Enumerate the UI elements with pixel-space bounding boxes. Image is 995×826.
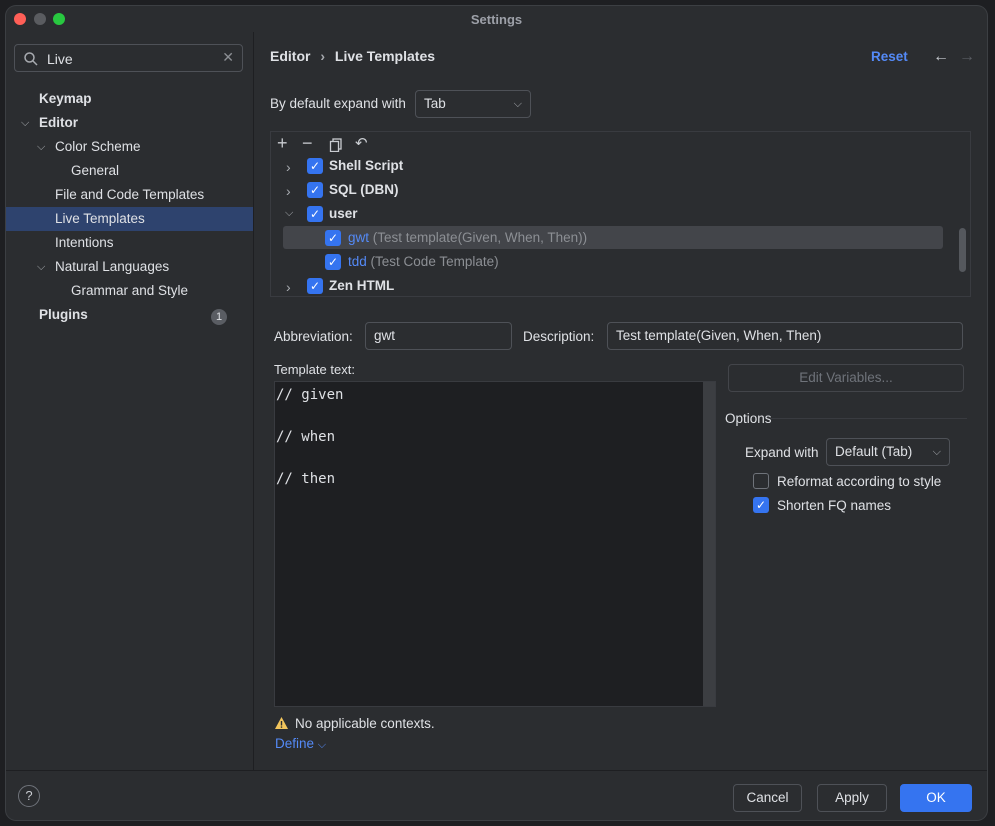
template-checkbox[interactable]: ✓ <box>325 230 341 246</box>
reformat-checkbox[interactable] <box>753 473 769 489</box>
undo-icon[interactable]: ↶ <box>355 134 368 152</box>
breadcrumb: Editor › Live Templates <box>270 48 435 64</box>
group-sql-dbn[interactable]: SQL (DBN) <box>329 182 399 197</box>
tree-toolbar: + − ↶ <box>271 132 970 158</box>
group-shell-script[interactable]: Shell Script <box>329 158 403 173</box>
clear-search-icon[interactable]: ✕ <box>222 49 234 66</box>
template-tdd[interactable]: tdd (Test Code Template) <box>348 254 499 269</box>
default-expand-label: By default expand with <box>270 96 406 111</box>
settings-sidebar: ✕ Keymap ⌵ Editor ⌵ Color Scheme General… <box>6 32 254 770</box>
sidebar-item-plugins[interactable]: Plugins <box>39 303 88 327</box>
abbreviation-field[interactable]: gwt <box>365 322 512 350</box>
group-checkbox[interactable]: ✓ <box>307 158 323 174</box>
chevron-down-icon[interactable]: ⌵ <box>37 255 45 279</box>
window-title: Settings <box>470 12 523 27</box>
group-zen-html[interactable]: Zen HTML <box>329 278 394 293</box>
chevron-right-icon[interactable]: › <box>286 279 291 295</box>
copy-icon[interactable] <box>329 138 343 152</box>
chevron-down-icon: ⌵ <box>513 98 522 110</box>
search-input[interactable] <box>45 49 219 69</box>
settings-window: Settings ✕ Keymap ⌵ Editor ⌵ Color Schem… <box>6 6 987 820</box>
template-text-label: Template text: <box>274 362 355 377</box>
sidebar-item-general[interactable]: General <box>71 159 119 183</box>
code-line: // then <box>276 471 336 487</box>
sidebar-item-natural-languages[interactable]: Natural Languages <box>55 255 169 279</box>
title-bar: Settings <box>6 6 987 32</box>
options-divider <box>771 418 967 419</box>
forward-arrow-icon[interactable]: → <box>959 48 975 66</box>
template-checkbox[interactable]: ✓ <box>325 254 341 270</box>
group-checkbox[interactable]: ✓ <box>307 206 323 222</box>
group-checkbox[interactable]: ✓ <box>307 182 323 198</box>
reset-link[interactable]: Reset <box>871 49 908 64</box>
template-code: // given // when // then <box>276 385 343 490</box>
expand-with-label: Expand with <box>745 445 819 460</box>
template-text-editor[interactable]: // given // when // then <box>274 381 716 707</box>
sidebar-item-keymap[interactable]: Keymap <box>39 87 92 111</box>
edit-variables-button[interactable]: Edit Variables... <box>728 364 964 392</box>
sidebar-item-file-and-code-templates[interactable]: File and Code Templates <box>55 183 204 207</box>
shorten-fq-checkbox[interactable]: ✓ <box>753 497 769 513</box>
group-checkbox[interactable]: ✓ <box>307 278 323 294</box>
expand-with-value: Default (Tab) <box>835 444 913 459</box>
warning-text: No applicable contexts. <box>295 716 435 731</box>
back-arrow-icon[interactable]: ← <box>933 48 949 66</box>
plugins-update-badge: 1 <box>211 309 227 325</box>
sidebar-item-label: Live Templates <box>55 211 145 226</box>
sidebar-item-grammar-and-style[interactable]: Grammar and Style <box>71 279 188 303</box>
options-heading: Options <box>725 411 772 426</box>
template-gwt[interactable]: gwt (Test template(Given, When, Then)) <box>348 230 587 245</box>
abbreviation-label: Abbreviation: <box>274 329 353 344</box>
sidebar-item-intentions[interactable]: Intentions <box>55 231 114 255</box>
apply-button[interactable]: Apply <box>817 784 887 812</box>
chevron-down-icon: ⌵ <box>317 739 327 751</box>
editor-scrollbar[interactable] <box>703 382 715 706</box>
chevron-right-icon[interactable]: › <box>286 183 291 199</box>
add-icon[interactable]: + <box>277 133 288 154</box>
breadcrumb-live-templates: Live Templates <box>334 48 436 64</box>
template-abbr: gwt <box>348 230 370 245</box>
help-button[interactable]: ? <box>18 785 40 807</box>
description-field[interactable]: Test template(Given, When, Then) <box>607 322 963 350</box>
chevron-down-icon[interactable]: ⌵ <box>37 135 45 159</box>
group-user[interactable]: user <box>329 206 358 221</box>
templates-tree-panel: + − ↶ › ✓ Shell Script › ✓ SQL (DBN) ⌵ ✓… <box>270 131 971 297</box>
chevron-down-icon[interactable]: ⌵ <box>285 207 293 220</box>
template-abbr: tdd <box>348 254 367 269</box>
define-label: Define <box>275 736 315 751</box>
dialog-footer: ? Cancel Apply OK <box>6 770 987 820</box>
shorten-fq-label: Shorten FQ names <box>777 498 892 513</box>
expand-with-select[interactable]: Default (Tab) ⌵ <box>826 438 950 466</box>
breadcrumb-separator-icon: › <box>320 48 326 64</box>
default-expand-value: Tab <box>424 96 446 111</box>
chevron-down-icon: ⌵ <box>932 446 941 458</box>
sidebar-item-color-scheme[interactable]: Color Scheme <box>55 135 141 159</box>
cancel-button[interactable]: Cancel <box>733 784 802 812</box>
template-desc: (Test Code Template) <box>370 254 499 269</box>
description-label: Description: <box>523 329 595 344</box>
breadcrumb-editor[interactable]: Editor <box>270 48 310 64</box>
template-desc: (Test template(Given, When, Then)) <box>372 230 588 245</box>
sidebar-item-editor[interactable]: Editor <box>39 111 78 135</box>
sidebar-item-live-templates-selected[interactable]: Live Templates <box>6 207 253 231</box>
remove-icon[interactable]: − <box>302 133 313 154</box>
code-line: // given <box>276 387 344 403</box>
ok-button[interactable]: OK <box>900 784 972 812</box>
warning-icon <box>275 717 288 729</box>
default-expand-select[interactable]: Tab ⌵ <box>415 90 531 118</box>
search-icon <box>24 52 38 66</box>
search-box[interactable]: ✕ <box>14 44 243 72</box>
define-link[interactable]: Define ⌵ <box>275 736 326 752</box>
chevron-right-icon[interactable]: › <box>286 159 291 175</box>
code-line: // when <box>276 429 336 445</box>
chevron-down-icon[interactable]: ⌵ <box>21 111 29 135</box>
reformat-label: Reformat according to style <box>777 474 942 489</box>
tree-scrollbar[interactable] <box>959 228 966 272</box>
